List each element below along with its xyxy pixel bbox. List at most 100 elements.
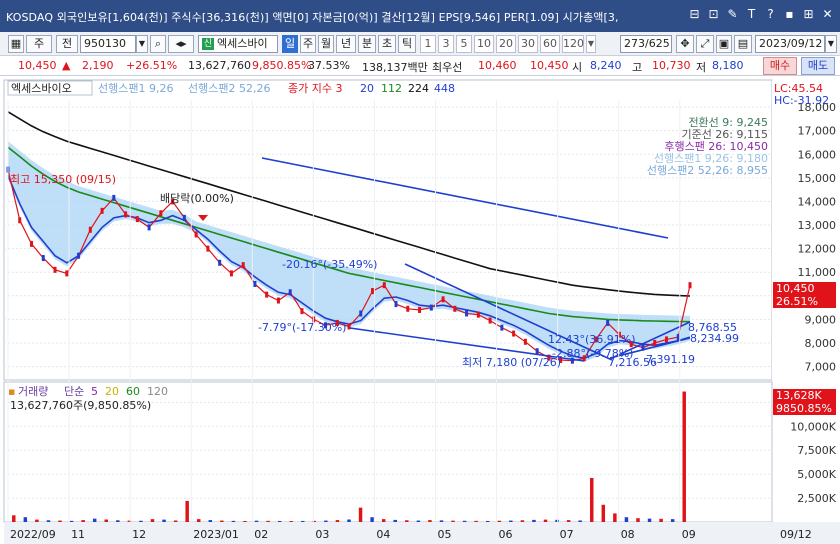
buy-button[interactable]: 매수 [763, 57, 797, 75]
interval-120[interactable]: 120 [562, 35, 584, 53]
volume-bar [347, 519, 351, 522]
date-tick-label: 12 [132, 528, 146, 541]
interval-10[interactable]: 10 [474, 35, 494, 53]
price-candle [500, 324, 504, 331]
volume-bar [324, 520, 328, 522]
price-tick-label: 15,000 [798, 172, 837, 185]
title-bar: KOSDAQ 외국인보유[1,604(천)] 주식수[36,316(천)] 액면… [0, 0, 840, 32]
price-candle [253, 281, 257, 287]
date-tick-label: 03 [315, 528, 329, 541]
period-year[interactable]: 년 [336, 35, 356, 53]
interval-30[interactable]: 30 [518, 35, 538, 53]
volume-bar [485, 520, 490, 522]
price-tick-label: 11,000 [798, 266, 837, 279]
chart-type-icon[interactable]: ▦ [8, 35, 24, 53]
price-candle [394, 301, 398, 308]
interval-dropdown-icon[interactable]: ▼ [586, 35, 596, 53]
main-dropdown[interactable]: 주 [26, 35, 52, 53]
annotation-high: 최고 15,350 (09/15) [10, 173, 116, 186]
stock-name: 엑세스바이 [217, 37, 268, 50]
volume-bar [497, 520, 502, 522]
low-label: 저 [696, 61, 707, 74]
volume-bar [509, 520, 513, 522]
volume-bar [46, 520, 51, 522]
period-second[interactable]: 초 [378, 35, 396, 53]
volume-bar [590, 477, 594, 522]
minimize-icon[interactable]: ▪ [781, 6, 798, 23]
save-icon[interactable]: ▣ [716, 35, 732, 53]
period-tick[interactable]: 틱 [398, 35, 416, 53]
volume-bar [555, 519, 559, 522]
zoom-icon[interactable]: ⤢ [696, 35, 714, 53]
legend-ma-label: 종가 지수 3 [288, 82, 342, 95]
interval-5[interactable]: 5 [456, 35, 472, 53]
date-tick-label: 11 [71, 528, 85, 541]
open-label: 시 [572, 61, 583, 74]
text-icon[interactable]: T [743, 6, 760, 23]
title-buttons: ⊟ ⊡ ✎ T ? ▪ ⊞ ✕ [686, 6, 836, 23]
close-icon[interactable]: ✕ [819, 6, 836, 23]
crosshair-icon[interactable]: ✥ [676, 35, 694, 53]
volume: 13,627,760 [188, 59, 251, 72]
volume-bar [636, 518, 640, 522]
layout-icon[interactable]: ⊟ [686, 6, 703, 23]
chart-area[interactable]: 18,000 17,000 16,000 15,000 14,000 13,000 12,0… [0, 76, 840, 544]
annotation-trend3: 12.43°(36.91%) [548, 333, 636, 346]
volume-bar [405, 520, 409, 522]
volume-bar [277, 520, 282, 522]
volume-bar [58, 520, 62, 522]
best-bid: 10,450 [530, 59, 569, 72]
edit-icon[interactable]: ✎ [724, 6, 741, 23]
annotation-level4: 7,216.56 [608, 356, 657, 369]
maximize-icon[interactable]: ⊞ [800, 6, 817, 23]
toolbar: ▦ 주 전 950130 ▼ ⌕ ◂▸ 신 엑세스바이 일 주 월 년 분 초 … [0, 32, 840, 56]
prev-button[interactable]: 전 [56, 35, 78, 53]
volume-bar [150, 519, 155, 522]
date-dropdown-icon[interactable]: ▼ [825, 35, 837, 53]
price-candle [41, 255, 45, 262]
volume-bar [116, 520, 120, 522]
audio-icon[interactable]: ◂▸ [168, 35, 194, 53]
help-icon[interactable]: ? [762, 6, 779, 23]
period-month[interactable]: 월 [318, 35, 334, 53]
volume-bar [428, 520, 432, 522]
volume-bar [566, 520, 571, 522]
price-candle [276, 297, 280, 304]
code-input[interactable]: 950130 [80, 35, 136, 53]
calendar-icon[interactable]: ▤ [734, 35, 752, 53]
period-day[interactable]: 일 [282, 35, 298, 53]
low-price: 8,180 [712, 59, 744, 72]
vol-color-icon: ▪ [8, 385, 15, 398]
stock-name-field[interactable]: 신 엑세스바이 [198, 35, 278, 53]
sell-button[interactable]: 매도 [801, 57, 835, 75]
volume-bar [196, 519, 201, 522]
search-icon[interactable]: ⌕ [150, 35, 166, 53]
price-tick-label: 16,000 [798, 148, 837, 161]
interval-20[interactable]: 20 [496, 35, 516, 53]
price-candle [476, 311, 480, 318]
interval-3[interactable]: 3 [438, 35, 454, 53]
volume-bar [647, 518, 652, 522]
period-week[interactable]: 주 [300, 35, 316, 53]
volume-bar [393, 519, 397, 522]
price-tick-label: 14,000 [798, 195, 837, 208]
date-input[interactable]: 2023/09/12 [755, 35, 825, 53]
period-minute[interactable]: 분 [358, 35, 376, 53]
price-candle [88, 226, 92, 233]
volume-bar [578, 520, 582, 522]
volume-bar [208, 520, 213, 522]
date-axis [4, 522, 840, 544]
code-dropdown-icon[interactable]: ▼ [136, 35, 148, 53]
volume-bar [381, 519, 386, 522]
interval-1[interactable]: 1 [420, 35, 436, 53]
volume-bar [23, 517, 28, 522]
chart-svg[interactable]: 18,00017,00016,00015,00014,00013,00012,0… [0, 76, 840, 544]
legend-ma112: 112 [381, 82, 402, 95]
price-candle [229, 270, 233, 277]
legend-lead1: 선행스팬1 9,26 [98, 82, 173, 95]
split-icon[interactable]: ⊡ [705, 6, 722, 23]
price-candle [100, 207, 104, 214]
volume-bar [35, 519, 39, 522]
price-candle [112, 194, 116, 201]
interval-60[interactable]: 60 [540, 35, 560, 53]
